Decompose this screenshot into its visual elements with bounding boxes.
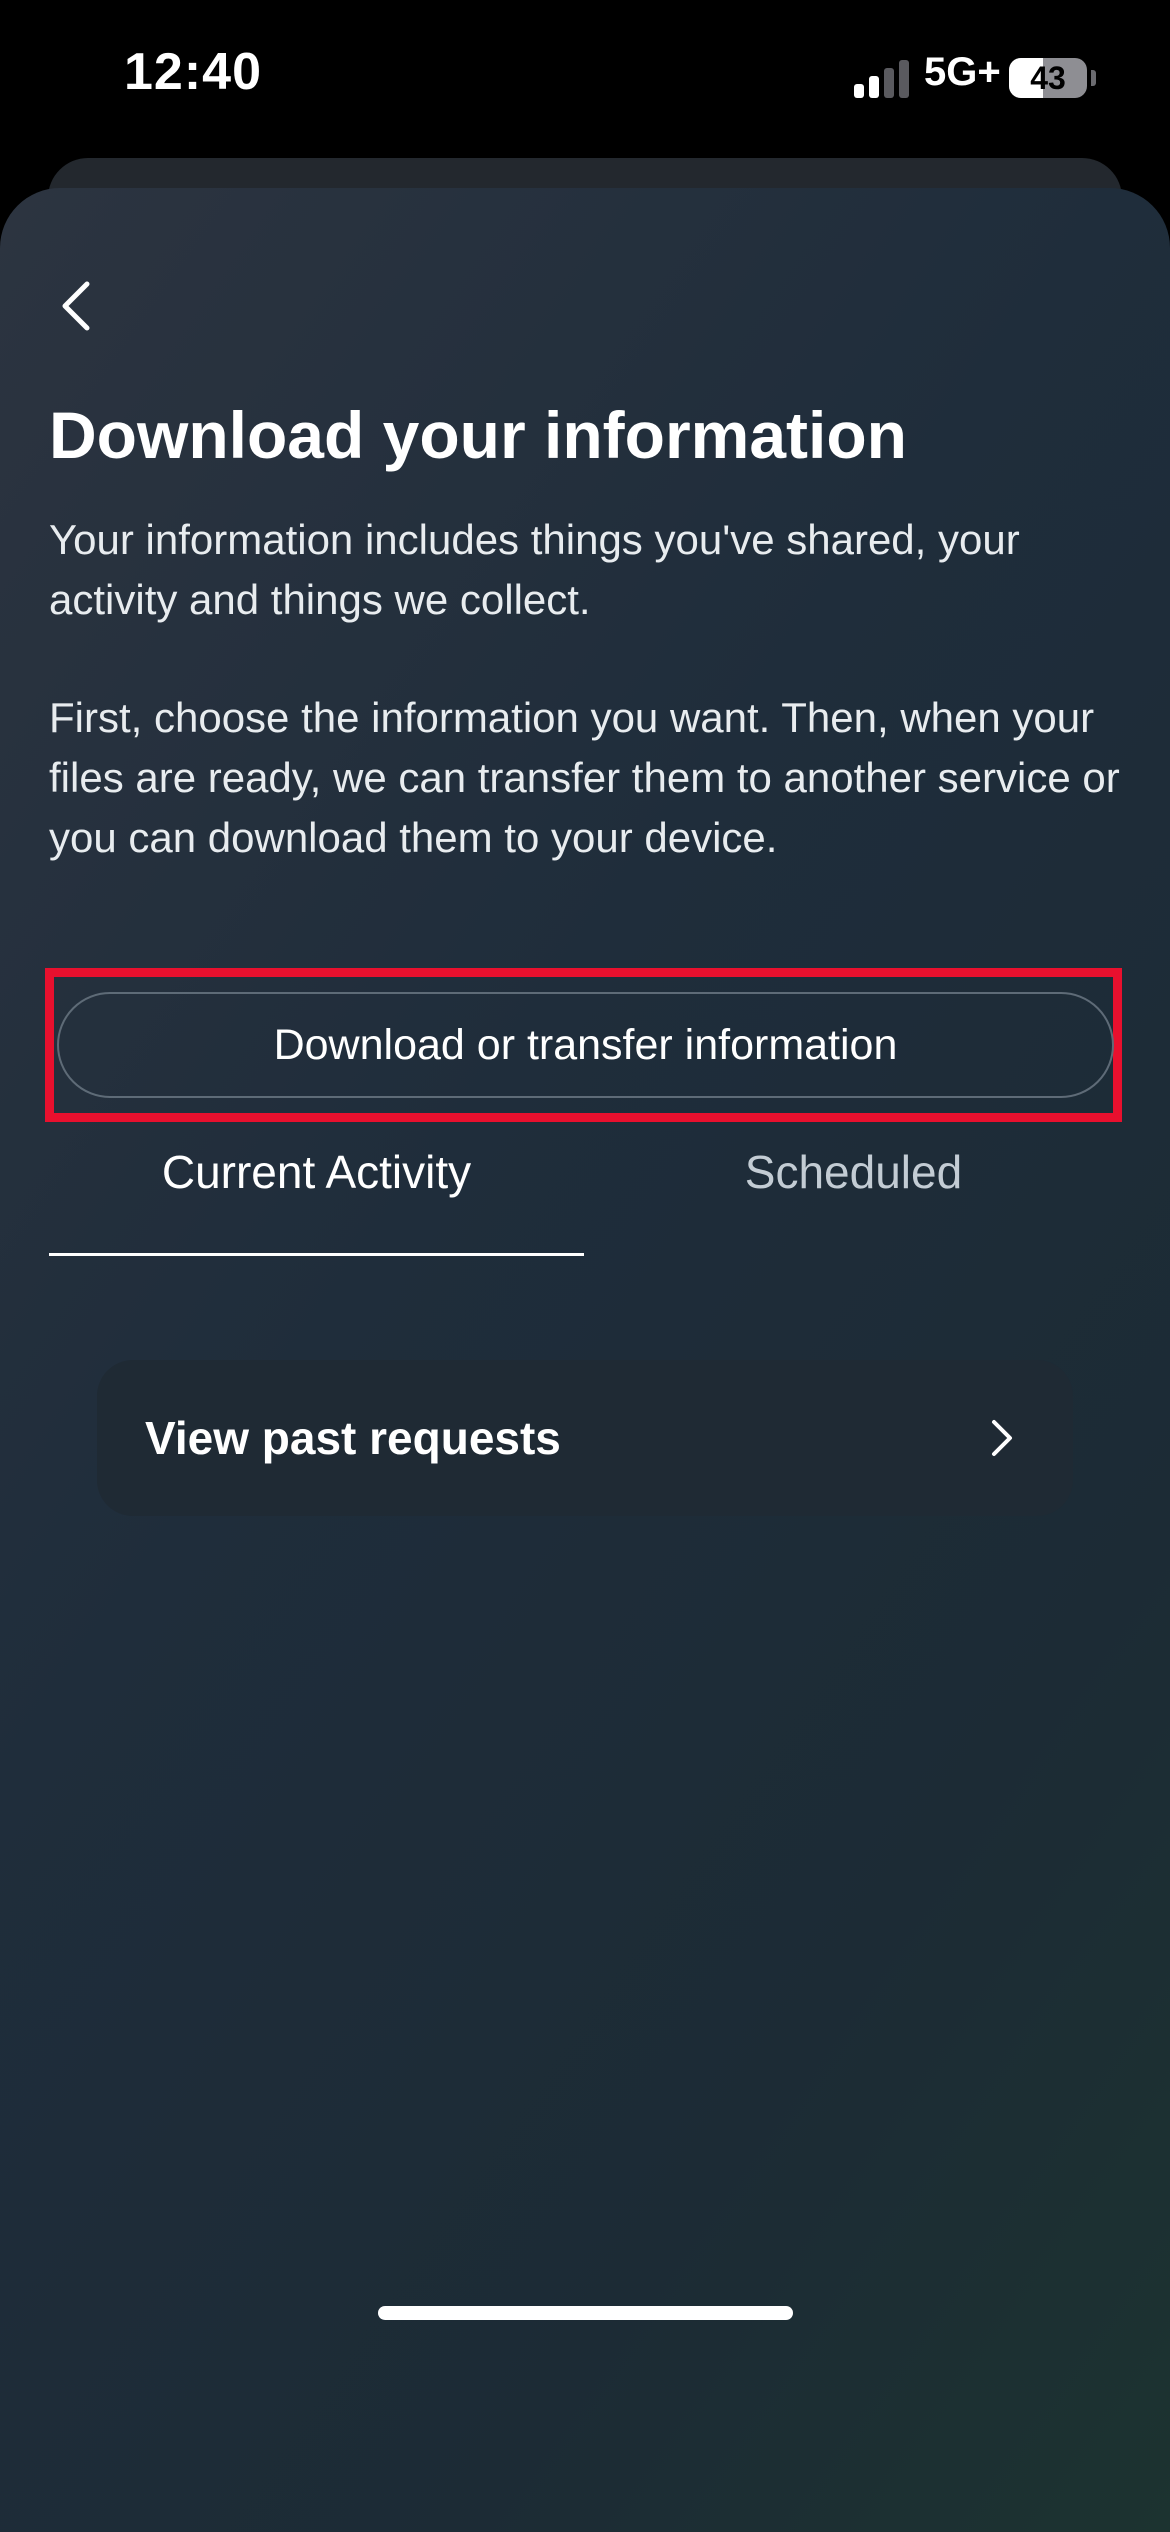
screen: 12:40 5G+ 43 Download your information Y… bbox=[0, 0, 1170, 2532]
status-bar: 12:40 5G+ 43 bbox=[0, 0, 1170, 160]
home-indicator bbox=[378, 2306, 793, 2320]
status-time: 12:40 bbox=[124, 43, 262, 101]
chevron-right-icon bbox=[992, 1420, 1012, 1456]
signal-bar bbox=[854, 84, 864, 98]
network-type: 5G+ bbox=[924, 50, 1001, 94]
chevron-left-icon bbox=[62, 281, 90, 331]
battery-level: 43 bbox=[1030, 60, 1066, 96]
page-title: Download your information bbox=[49, 398, 907, 472]
signal-bar bbox=[884, 68, 894, 98]
signal-bar bbox=[899, 60, 909, 98]
tab-current-activity[interactable]: Current Activity bbox=[49, 1118, 584, 1246]
battery-icon: 43 bbox=[1009, 58, 1087, 98]
tab-bar: Current Activity Scheduled bbox=[49, 1118, 1121, 1246]
detail-text: First, choose the information you want. … bbox=[49, 694, 1120, 861]
download-or-transfer-button[interactable]: Download or transfer information bbox=[57, 992, 1114, 1098]
signal-bar bbox=[869, 76, 879, 98]
main-sheet: Download your information Your informati… bbox=[0, 188, 1170, 2532]
tab-selected-indicator bbox=[49, 1253, 584, 1256]
back-button[interactable] bbox=[40, 270, 112, 342]
battery-tip bbox=[1091, 70, 1096, 86]
cellular-signal-icon bbox=[854, 60, 914, 98]
list-item-label: View past requests bbox=[145, 1412, 561, 1464]
intro-text: Your information includes things you've … bbox=[49, 516, 1020, 623]
tab-scheduled[interactable]: Scheduled bbox=[586, 1118, 1121, 1246]
view-past-requests-item[interactable]: View past requests bbox=[97, 1360, 1073, 1516]
